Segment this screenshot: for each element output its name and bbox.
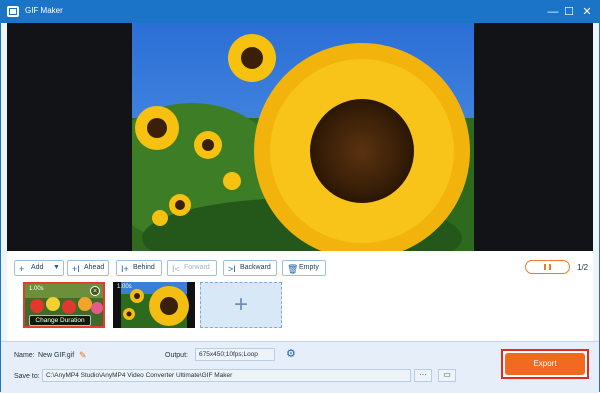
frame-thumbnail-1[interactable]: 1.00s × Change Duration bbox=[23, 282, 105, 328]
folder-icon: ▭ bbox=[443, 370, 451, 379]
backward-icon: >I bbox=[228, 264, 236, 274]
pause-button[interactable] bbox=[525, 260, 570, 274]
browse-button[interactable]: ··· bbox=[414, 369, 432, 382]
open-folder-button[interactable]: ▭ bbox=[438, 369, 456, 382]
behind-icon: I+ bbox=[121, 264, 129, 274]
add-icon: + bbox=[19, 264, 25, 274]
plus-icon: + bbox=[233, 291, 248, 318]
add-button[interactable]: + Add ▼ bbox=[14, 260, 64, 276]
empty-button[interactable]: 🗑 Empty bbox=[282, 260, 326, 276]
save-to-label: Save to: bbox=[14, 373, 40, 380]
close-button[interactable]: ✕ bbox=[579, 4, 595, 20]
forward-icon: I< bbox=[172, 264, 180, 274]
frame-duration-2: 1.00s bbox=[117, 284, 132, 290]
export-button[interactable]: Export bbox=[505, 353, 585, 375]
behind-button[interactable]: I+ Behind bbox=[116, 260, 162, 276]
name-label: Name: bbox=[14, 352, 35, 359]
gif-name: New GIF.gif bbox=[38, 352, 75, 359]
trash-icon: 🗑 bbox=[287, 264, 299, 274]
close-icon[interactable]: × bbox=[90, 286, 100, 296]
window-title: GIF Maker bbox=[25, 6, 63, 15]
output-label: Output: bbox=[165, 352, 188, 359]
frame-thumbnail-2[interactable]: 1.00s bbox=[113, 282, 195, 328]
minimize-button[interactable]: — bbox=[545, 4, 561, 20]
forward-button[interactable]: I< Forward bbox=[167, 260, 217, 276]
maximize-button[interactable]: ☐ bbox=[561, 4, 577, 20]
ahead-button[interactable]: +I Ahead bbox=[67, 260, 109, 276]
gif-maker-window: GIF Maker — ☐ ✕ + Add ▼ +I Ahead I+ Behi… bbox=[0, 0, 600, 393]
gear-icon[interactable]: ⚙ bbox=[286, 347, 296, 360]
backward-button[interactable]: >I Backward bbox=[223, 260, 277, 276]
dropdown-icon[interactable]: ▼ bbox=[53, 261, 60, 275]
add-frame-button[interactable]: + bbox=[200, 282, 282, 328]
sunflower-preview-image bbox=[132, 23, 474, 251]
output-field: 675x450;10fps;Loop bbox=[195, 348, 275, 361]
frame-duration-1: 1.00s bbox=[29, 286, 44, 292]
page-counter: 1/2 bbox=[577, 263, 589, 272]
export-button-frame: Export bbox=[501, 349, 589, 379]
ahead-icon: +I bbox=[72, 264, 80, 274]
save-path-field[interactable]: C:\AnyMP4 Studio\AnyMP4 Video Converter … bbox=[42, 369, 411, 382]
change-duration-button[interactable]: Change Duration bbox=[29, 315, 91, 326]
app-icon bbox=[7, 6, 19, 17]
edit-icon[interactable]: ✎ bbox=[79, 350, 87, 361]
title-bar: GIF Maker — ☐ ✕ bbox=[1, 1, 599, 23]
